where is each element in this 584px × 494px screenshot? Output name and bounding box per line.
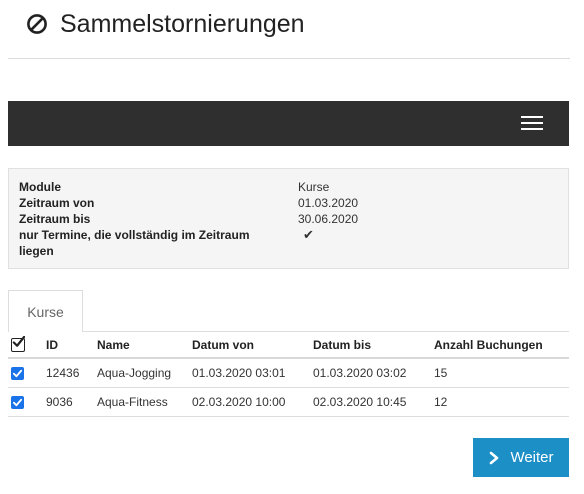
column-header-datum-bis[interactable]: Datum bis bbox=[313, 332, 371, 357]
summary-value: 30.06.2020 bbox=[298, 212, 359, 226]
cell-anzahl: 15 bbox=[434, 366, 448, 380]
select-all-checkbox[interactable] bbox=[11, 335, 25, 352]
table-row[interactable]: 12436 Aqua-Jogging 01.03.2020 03:01 01.0… bbox=[8, 359, 569, 388]
cell-name: Aqua-Fitness bbox=[97, 395, 168, 409]
summary-row-module: Module Kurse bbox=[19, 179, 329, 195]
row-checkbox[interactable] bbox=[11, 395, 24, 409]
summary-row-nur-termine: nur Termine, die vollständig im Zeitraum… bbox=[19, 227, 314, 259]
page-title: Sammelstornierungen bbox=[60, 9, 305, 38]
cell-id: 12436 bbox=[46, 366, 80, 380]
hamburger-menu-icon[interactable] bbox=[521, 115, 543, 131]
cell-datum-von: 01.03.2020 03:01 bbox=[192, 366, 286, 380]
tab-label: Kurse bbox=[27, 303, 64, 320]
row-checkbox[interactable] bbox=[11, 366, 24, 380]
page-header: Sammelstornierungen bbox=[26, 6, 305, 42]
column-header-name[interactable]: Name bbox=[97, 332, 130, 357]
column-header-id[interactable]: ID bbox=[46, 332, 58, 357]
summary-row-zeitraum-bis: Zeitraum bis 30.06.2020 bbox=[19, 211, 358, 227]
weiter-button[interactable]: Weiter bbox=[473, 438, 569, 477]
cell-id: 9036 bbox=[46, 395, 73, 409]
summary-value: Kurse bbox=[298, 180, 330, 194]
cell-name: Aqua-Jogging bbox=[97, 366, 172, 380]
checkmark-icon bbox=[12, 335, 25, 347]
summary-panel: Module Kurse Zeitraum von 01.03.2020 Zei… bbox=[8, 168, 569, 269]
header-divider bbox=[8, 58, 570, 59]
cell-anzahl: 12 bbox=[434, 395, 448, 409]
weiter-button-label: Weiter bbox=[510, 449, 554, 466]
table-header: ID Name Datum von Datum bis Anzahl Buchu… bbox=[8, 332, 569, 359]
summary-value: 01.03.2020 bbox=[298, 196, 359, 210]
chevron-right-icon bbox=[490, 451, 499, 464]
column-header-anzahl-buchungen[interactable]: Anzahl Buchungen bbox=[434, 332, 543, 357]
check-icon: ✔ bbox=[303, 227, 314, 242]
select-all-cell bbox=[11, 332, 25, 357]
cell-datum-von: 02.03.2020 10:00 bbox=[192, 395, 286, 409]
navbar bbox=[8, 101, 569, 146]
summary-row-zeitraum-von: Zeitraum von 01.03.2020 bbox=[19, 195, 358, 211]
summary-label: Module bbox=[19, 180, 61, 194]
column-header-datum-von[interactable]: Datum von bbox=[192, 332, 254, 357]
bookings-table: ID Name Datum von Datum bis Anzahl Buchu… bbox=[8, 332, 569, 417]
page: Sammelstornierungen Module Kurse Zeitrau… bbox=[0, 0, 584, 494]
cancel-circle-icon bbox=[26, 13, 48, 35]
checkmark-icon bbox=[12, 398, 23, 406]
table-row[interactable]: 9036 Aqua-Fitness 02.03.2020 10:00 02.03… bbox=[8, 388, 569, 417]
row-select-cell bbox=[11, 388, 24, 416]
checkmark-icon bbox=[12, 369, 23, 377]
cell-datum-bis: 01.03.2020 03:02 bbox=[313, 366, 407, 380]
row-select-cell bbox=[11, 359, 24, 387]
summary-label: Zeitraum bis bbox=[19, 212, 91, 226]
tab-kurse[interactable]: Kurse bbox=[8, 290, 83, 332]
cell-datum-bis: 02.03.2020 10:45 bbox=[313, 395, 407, 409]
summary-label: nur Termine, die vollständig im Zeitraum… bbox=[19, 228, 250, 258]
summary-label: Zeitraum von bbox=[19, 196, 95, 210]
